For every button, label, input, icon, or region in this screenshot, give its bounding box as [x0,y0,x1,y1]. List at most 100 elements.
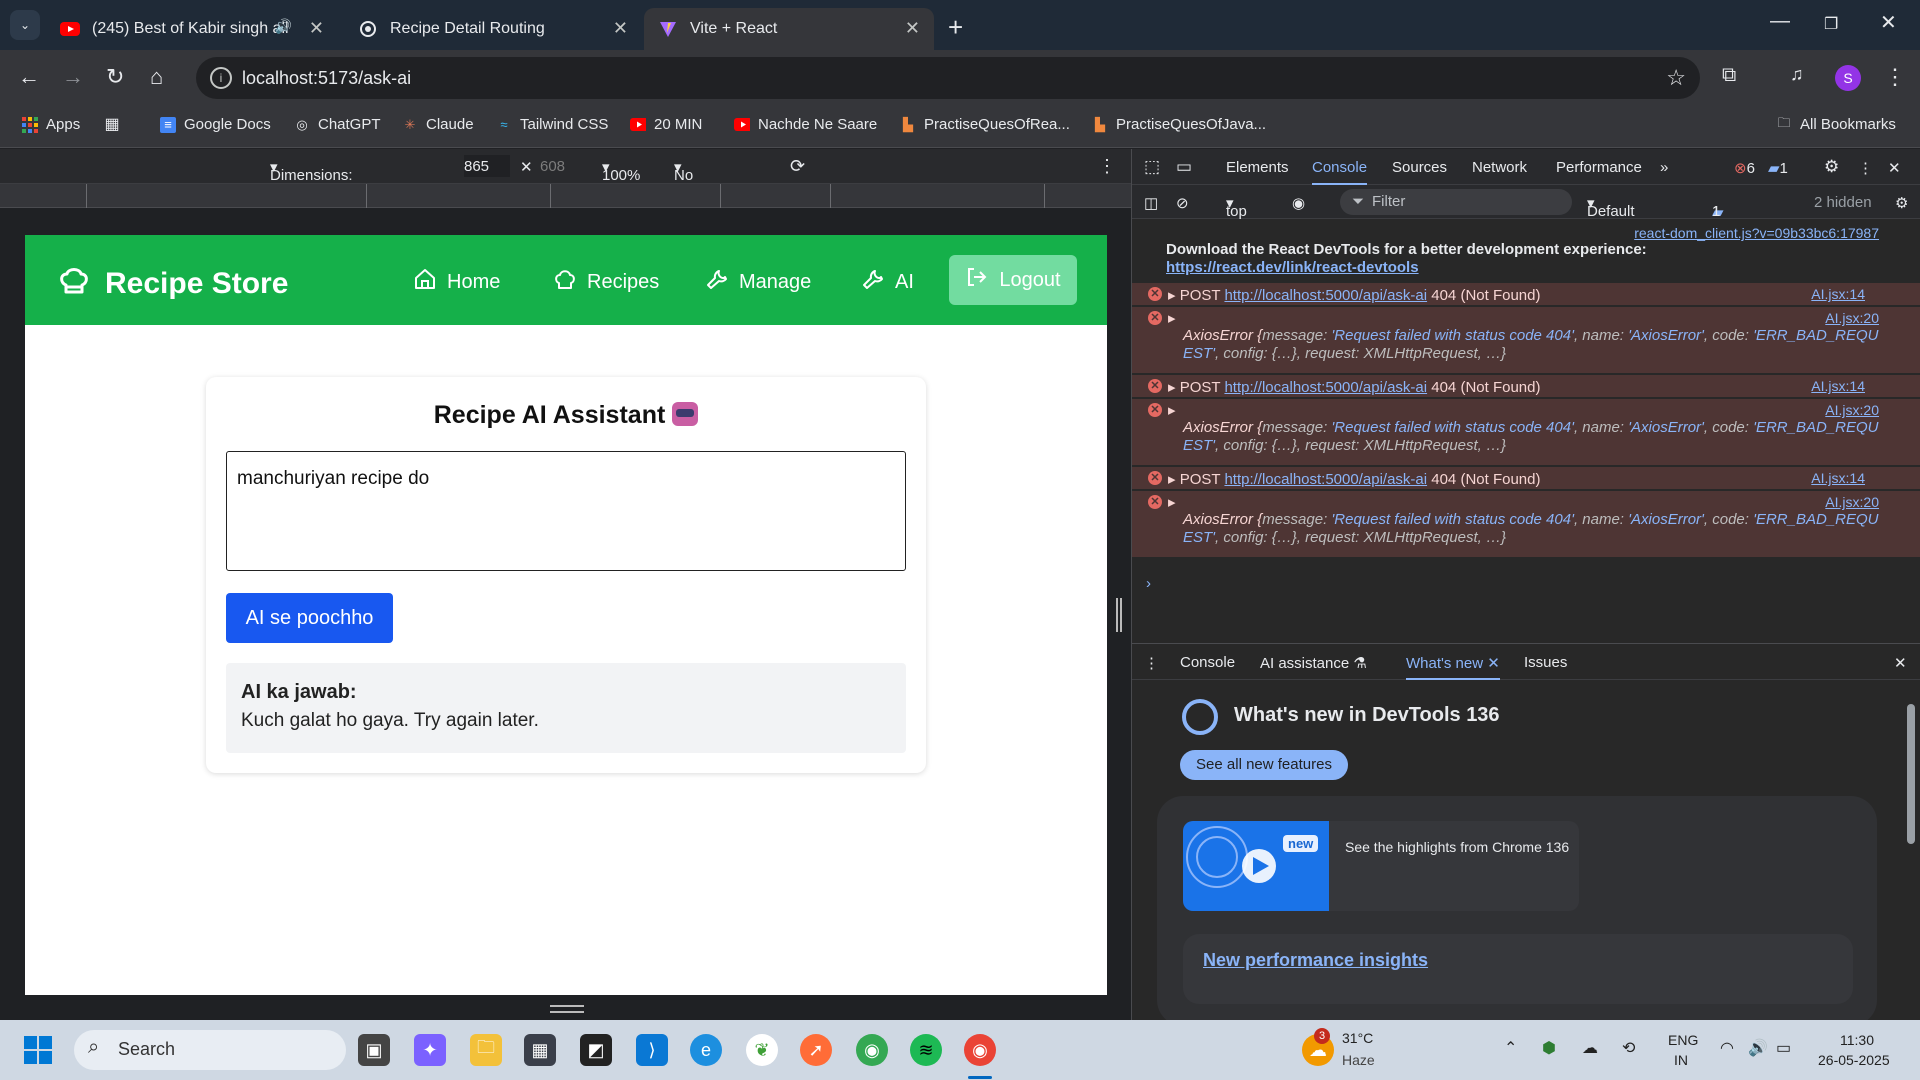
bookmark-20-min[interactable]: 20 MIN [630,116,702,133]
bookmark-nachde-ne-saare[interactable]: Nachde Ne Saare [734,116,877,133]
source-link[interactable]: AI.jsx:20 [1825,310,1879,326]
media-control-icon[interactable]: ♫ [1790,64,1804,85]
tab-youtube[interactable]: (245) Best of Kabir singh all 🔊 ✕ [46,8,338,50]
extensions-icon[interactable]: ⧉ [1722,64,1736,87]
more-tabs-icon[interactable]: » [1660,159,1668,176]
bookmark-claude[interactable]: ✳ Claude [402,116,474,133]
source-link[interactable]: AI.jsx:14 [1811,378,1865,394]
react-devtools-link[interactable]: https://react.dev/link/react-devtools [1166,259,1466,276]
tab-recipe-detail[interactable]: Recipe Detail Routing ✕ [344,8,642,50]
bookmark-chatgpt[interactable]: ◎ ChatGPT [294,116,380,133]
home-icon[interactable]: ⌂ [150,64,163,90]
console-error-row[interactable]: ✕ ▸ POST http://localhost:5000/api/ask-a… [1132,467,1920,489]
tray-app-icon[interactable]: ⬢ [1542,1038,1556,1058]
highlights-video[interactable]: new See the highlights from Chrome 136 [1183,821,1579,911]
chevron-up-icon[interactable]: ⌃ [1504,1038,1517,1058]
audio-icon[interactable]: 🔊 [275,18,292,35]
ask-ai-button[interactable]: AI se poochho [226,593,393,643]
sidebar-toggle-icon[interactable]: ◫ [1144,194,1158,212]
device-toggle-icon[interactable]: ▭ [1176,157,1192,177]
filter-input[interactable]: ⏷ Filter [1340,189,1572,215]
bookmark-google-docs[interactable]: ≡ Google Docs [160,116,271,133]
post-url[interactable]: http://localhost:5000/api/ask-ai [1224,379,1427,396]
minimize-button[interactable]: — [1770,10,1790,33]
tab-vite-react[interactable]: Vite + React ✕ [644,8,934,50]
reload-button[interactable]: ↻ [106,64,124,90]
source-link[interactable]: react-dom_client.js?v=09b33bc6:17987 [1634,225,1879,241]
edge-icon[interactable]: e [690,1034,722,1066]
width-input[interactable]: 865 [464,155,510,177]
tab-sources[interactable]: Sources [1392,159,1447,176]
sync-icon[interactable]: ⟲ [1622,1038,1635,1058]
console-prompt[interactable]: › [1146,575,1151,592]
source-link[interactable]: AI.jsx:20 [1825,494,1879,510]
drawer-tab-ai-assistance[interactable]: AI assistance ⚗ [1260,654,1367,672]
logout-button[interactable]: Logout [949,255,1077,305]
file-explorer-icon[interactable]: 🗀 [470,1034,502,1066]
inspect-icon[interactable]: ⬚ [1144,157,1160,177]
bookmark-apps[interactable]: Apps [22,116,80,133]
context-select[interactable]: top ▾ [1226,194,1247,220]
sticky-notes-icon[interactable]: ◩ [580,1034,612,1066]
eye-icon[interactable]: ◉ [1292,194,1305,212]
url-text[interactable]: localhost:5173/ask-ai [242,68,411,89]
console-settings-gear-icon[interactable]: ⚙ [1895,194,1908,212]
back-button[interactable]: ← [18,64,40,90]
close-tab-icon[interactable]: ✕ [613,18,628,39]
see-all-features-button[interactable]: See all new features [1180,750,1348,780]
chrome-icon[interactable]: ◉ [856,1034,888,1066]
close-window-button[interactable]: ✕ [1880,10,1897,35]
postman-icon[interactable]: ➚ [800,1034,832,1066]
language-top[interactable]: ENG [1668,1032,1698,1048]
tab-elements[interactable]: Elements [1226,159,1289,176]
zoom-select[interactable]: 100% ▾ [602,158,640,184]
prompt-textarea[interactable]: manchuriyan recipe do [226,451,906,571]
throttling-select[interactable]: No throttling ▾ [674,158,732,201]
error-count-badge[interactable]: ⊗6 [1734,159,1755,177]
brand[interactable]: Recipe Store [57,263,288,305]
drawer-menu-icon[interactable]: ⋮ [1144,654,1159,672]
bookmark-practise-react[interactable]: ▙ PractiseQuesOfRea... [900,116,1070,133]
task-view-icon[interactable]: ▣ [358,1034,390,1066]
taskbar-search[interactable]: ⌕ Search [74,1030,346,1070]
nav-ai[interactable]: AI [861,267,914,297]
more-options-icon[interactable]: ⋮ [1098,156,1116,177]
bookmark-tailwind[interactable]: ≈ Tailwind CSS [496,116,608,133]
tab-console[interactable]: Console [1312,159,1368,185]
levels-select[interactable]: Default levels ▾ [1587,194,1635,237]
settings-gear-icon[interactable]: ⚙ [1824,157,1839,177]
console-error-row[interactable]: ✕ ▸ AI.jsx:20 AxiosError {message: 'Requ… [1132,307,1920,373]
battery-icon[interactable]: ▭ [1776,1038,1791,1058]
clock-time[interactable]: 11:30 [1840,1032,1874,1048]
calculator-icon[interactable]: ▦ [524,1034,556,1066]
drawer-scrollbar[interactable] [1905,684,1917,1014]
all-bookmarks[interactable]: 🗀 All Bookmarks [1776,115,1895,134]
avatar[interactable]: S [1835,65,1861,91]
wifi-icon[interactable]: ◠ [1720,1038,1734,1058]
source-link[interactable]: AI.jsx:14 [1811,286,1865,302]
rotate-icon[interactable]: ⟳ [790,156,805,177]
console-error-row[interactable]: ✕ ▸ POST http://localhost:5000/api/ask-a… [1132,283,1920,305]
language-bottom[interactable]: IN [1674,1052,1688,1068]
bookmark-practise-java[interactable]: ▙ PractiseQuesOfJava... [1092,116,1266,133]
windows-start-icon[interactable] [22,1034,54,1066]
mongodb-icon[interactable]: ❦ [746,1034,778,1066]
resize-handle-right[interactable] [1116,598,1122,632]
network-drive-icon[interactable]: ☁ [1582,1038,1598,1058]
dimensions-select[interactable]: Dimensions: Responsive ▾ [270,158,353,201]
spotify-icon[interactable]: ≋ [910,1034,942,1066]
more-options-icon[interactable]: ⋮ [1858,159,1873,177]
drawer-tab-whats-new[interactable]: What's new ✕ [1406,654,1500,680]
clock-date[interactable]: 26-05-2025 [1818,1052,1890,1068]
tab-search-button[interactable]: ⌄ [10,10,40,40]
restore-button[interactable]: ❐ [1824,14,1838,34]
drawer-tab-issues[interactable]: Issues [1524,654,1567,671]
console-error-row[interactable]: ✕ ▸ AI.jsx:20 AxiosError {message: 'Requ… [1132,399,1920,465]
vscode-icon[interactable]: ⟩ [636,1034,668,1066]
forward-button[interactable]: → [62,64,84,90]
chrome-active-icon[interactable]: ◉ [964,1034,996,1066]
post-url[interactable]: http://localhost:5000/api/ask-ai [1224,287,1427,304]
console-error-row[interactable]: ✕ ▸ AI.jsx:20 AxiosError {message: 'Requ… [1132,491,1920,557]
post-url[interactable]: http://localhost:5000/api/ask-ai [1224,471,1427,488]
address-bar[interactable]: i localhost:5173/ask-ai ☆ [196,57,1700,99]
